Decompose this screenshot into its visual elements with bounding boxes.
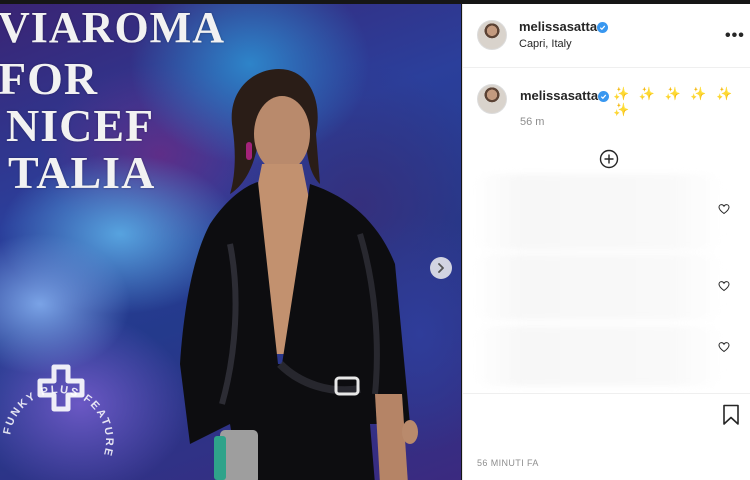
plus-circle-icon bbox=[599, 149, 619, 169]
post-photo: VIAROMA FOR NICEF TALIA FUNKY PLUS FEATU… bbox=[0, 4, 461, 480]
blurred-comment bbox=[473, 326, 723, 386]
chevron-right-icon bbox=[438, 263, 444, 273]
instagram-post-viewer: VIAROMA FOR NICEF TALIA FUNKY PLUS FEATU… bbox=[0, 0, 750, 480]
post-sidebar: melissasatta Capri, Italy ••• melissasat… bbox=[462, 4, 750, 480]
heart-icon[interactable] bbox=[718, 341, 730, 353]
caption-time: 56 m bbox=[520, 116, 545, 128]
verified-badge-icon bbox=[598, 91, 609, 102]
next-photo-button[interactable] bbox=[430, 257, 452, 279]
heart-icon[interactable] bbox=[718, 203, 730, 215]
post-timestamp: 56 MINUTI FA bbox=[477, 458, 539, 468]
avatar[interactable] bbox=[477, 84, 507, 114]
backdrop-text-line: NICEF bbox=[6, 100, 155, 151]
watermark-logo: FUNKY PLUS FEATURE bbox=[1, 339, 114, 459]
blurred-comment bbox=[473, 174, 723, 250]
caption-username[interactable]: melissasatta bbox=[520, 88, 598, 103]
post-header: melissasatta Capri, Italy ••• bbox=[463, 4, 750, 68]
heart-icon[interactable] bbox=[718, 280, 730, 292]
svg-text:FUNKY PLUS FEATURE: FUNKY PLUS FEATURE bbox=[2, 384, 114, 459]
blurred-comment bbox=[473, 254, 723, 320]
author-username[interactable]: melissasatta bbox=[519, 19, 597, 34]
backdrop-text-line: VIAROMA bbox=[0, 4, 225, 52]
divider bbox=[463, 393, 750, 394]
more-options-icon[interactable]: ••• bbox=[725, 27, 745, 45]
backdrop-text-line: FOR bbox=[0, 53, 99, 104]
backdrop-text-line: TALIA bbox=[8, 147, 156, 198]
post-location[interactable]: Capri, Italy bbox=[519, 38, 572, 50]
avatar[interactable] bbox=[477, 20, 507, 50]
bookmark-icon[interactable] bbox=[721, 404, 741, 426]
load-more-comments-button[interactable] bbox=[599, 149, 619, 169]
caption-block: melissasatta ✨ ✨ ✨ ✨ ✨ ✨ 56 m bbox=[463, 76, 750, 186]
person-figure bbox=[170, 64, 430, 480]
caption-text: ✨ ✨ ✨ ✨ ✨ ✨ bbox=[613, 86, 736, 117]
verified-badge-icon bbox=[597, 22, 608, 33]
